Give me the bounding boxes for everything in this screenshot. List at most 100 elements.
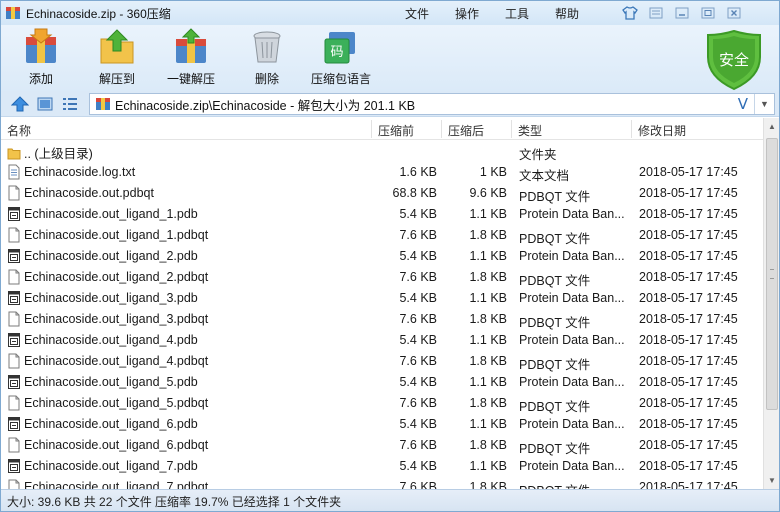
minimize-button[interactable] xyxy=(671,3,693,23)
file-row[interactable]: Echinacoside.out_ligand_5.pdbqt 7.6 KB 1.8… xyxy=(1,392,763,414)
file-name-cell: Echinacoside.out.pdbqt xyxy=(7,185,154,201)
delete-button[interactable]: 删除 xyxy=(247,27,287,89)
file-row[interactable]: Echinacoside.out_ligand_5.pdb 5.4 KB 1.1 K… xyxy=(1,371,763,392)
address-dropdown-button[interactable]: ▼ xyxy=(754,94,774,114)
maximize-button[interactable] xyxy=(697,3,719,23)
app-window: Echinacoside.zip - 360压缩 文件 操作 工具 帮助 添加 … xyxy=(0,0,780,512)
pdb-file-icon xyxy=(7,248,21,264)
file-row[interactable]: Echinacoside.out_ligand_6.pdbqt 7.6 KB 1.8… xyxy=(1,434,763,456)
file-name: Echinacoside.out_ligand_3.pdb xyxy=(24,291,198,305)
pdb-file-icon xyxy=(7,374,21,390)
header-divider xyxy=(441,120,442,138)
size-after: 1.8 KB xyxy=(469,228,507,242)
header-date[interactable]: 修改日期 xyxy=(638,122,686,139)
file-name-cell: Echinacoside.out_ligand_4.pdb xyxy=(7,332,198,348)
file-row[interactable]: Echinacoside.out_ligand_4.pdb 5.4 KB 1.1 K… xyxy=(1,329,763,350)
size-before: 68.8 KB xyxy=(392,186,437,200)
close-icon xyxy=(727,7,741,19)
modified-date: 2018-05-17 17:45 xyxy=(639,228,738,242)
size-after: 1.1 KB xyxy=(469,291,507,305)
pdb-file-icon xyxy=(7,416,21,432)
file-type: Protein Data Ban... xyxy=(519,291,625,305)
size-before: 7.6 KB xyxy=(399,270,437,284)
shield-icon: 安全 xyxy=(707,29,761,91)
scroll-down-button[interactable]: ▼ xyxy=(764,472,779,489)
address-bar[interactable]: Echinacoside.zip\Echinacoside - 解包大小为 20… xyxy=(89,93,775,115)
archive-language-button[interactable]: 码 压缩包语言 xyxy=(311,27,371,89)
folder-up-icon xyxy=(7,145,21,161)
feedback-button[interactable] xyxy=(645,3,667,23)
scroll-thumb[interactable] xyxy=(766,138,778,410)
size-before: 7.6 KB xyxy=(399,438,437,452)
file-row[interactable]: .. (上级目录) 文件夹 xyxy=(1,140,763,162)
menu-file[interactable]: 文件 xyxy=(405,5,429,22)
size-before: 7.6 KB xyxy=(399,396,437,410)
window-title: Echinacoside.zip - 360压缩 xyxy=(26,6,171,21)
file-row[interactable]: Echinacoside.log.txt 1.6 KB 1 KB 文本文档 2018-0… xyxy=(1,161,763,183)
blank-file-icon xyxy=(7,185,21,201)
file-row[interactable]: Echinacoside.out_ligand_2.pdbqt 7.6 KB 1.8… xyxy=(1,266,763,288)
file-name: Echinacoside.out_ligand_7.pdbqt xyxy=(24,480,209,489)
header-type[interactable]: 类型 xyxy=(518,122,542,139)
header-size-after[interactable]: 压缩后 xyxy=(448,122,484,139)
blank-file-icon xyxy=(7,227,21,243)
size-before: 5.4 KB xyxy=(399,291,437,305)
file-type: Protein Data Ban... xyxy=(519,333,625,347)
file-row[interactable]: Echinacoside.out_ligand_7.pdb 5.4 KB 1.1 K… xyxy=(1,455,763,476)
one-click-extract-button[interactable]: 一键解压 xyxy=(167,27,215,89)
menu-lines-icon xyxy=(649,7,663,19)
add-button[interactable]: 添加 xyxy=(21,27,61,89)
language-glyph: 码 xyxy=(330,45,343,60)
file-row[interactable]: Echinacoside.out_ligand_1.pdb 5.4 KB 1.1 K… xyxy=(1,203,763,224)
file-row[interactable]: Echinacoside.out_ligand_4.pdbqt 7.6 KB 1.8… xyxy=(1,350,763,372)
vertical-scrollbar[interactable]: ▲ ▼ xyxy=(763,118,779,489)
menu-help[interactable]: 帮助 xyxy=(555,5,579,22)
file-name: Echinacoside.log.txt xyxy=(24,165,136,179)
file-name: Echinacoside.out_ligand_2.pdbqt xyxy=(24,270,209,284)
blank-file-icon xyxy=(7,437,21,453)
scroll-up-button[interactable]: ▲ xyxy=(764,118,779,135)
file-row[interactable]: Echinacoside.out_ligand_6.pdb 5.4 KB 1.1 K… xyxy=(1,413,763,434)
modified-date: 2018-05-17 17:45 xyxy=(639,312,738,326)
menu-operation[interactable]: 操作 xyxy=(455,5,479,22)
size-after: 1.8 KB xyxy=(469,270,507,284)
modified-date: 2018-05-17 17:45 xyxy=(639,207,738,221)
file-row[interactable]: Echinacoside.out.pdbqt 68.8 KB 9.6 KB PDBQT… xyxy=(1,182,763,204)
size-after: 1.8 KB xyxy=(469,354,507,368)
menu-tools[interactable]: 工具 xyxy=(505,5,529,22)
shirt-icon xyxy=(622,6,638,20)
header-size-before[interactable]: 压缩前 xyxy=(378,122,414,139)
one-click-extract-icon xyxy=(176,28,206,63)
modified-date: 2018-05-17 17:45 xyxy=(639,396,738,410)
file-row[interactable]: Echinacoside.out_ligand_3.pdb 5.4 KB 1.1 K… xyxy=(1,287,763,308)
app-logo-icon xyxy=(6,7,20,19)
skin-button[interactable] xyxy=(619,3,641,23)
file-name: Echinacoside.out_ligand_1.pdb xyxy=(24,207,198,221)
file-row[interactable]: Echinacoside.out_ligand_7.pdbqt 7.6 KB 1.8… xyxy=(1,476,763,489)
file-name: Echinacoside.out_ligand_6.pdb xyxy=(24,417,198,431)
modified-date: 2018-05-17 17:45 xyxy=(639,249,738,263)
modified-date: 2018-05-17 17:45 xyxy=(639,438,738,452)
list-view-icon[interactable] xyxy=(62,96,78,112)
close-button[interactable] xyxy=(723,3,745,23)
verify-icon[interactable]: V xyxy=(738,95,748,113)
header-name[interactable]: 名称 xyxy=(7,122,31,139)
file-row[interactable]: Echinacoside.out_ligand_3.pdbqt 7.6 KB 1.8… xyxy=(1,308,763,330)
file-name-cell: Echinacoside.out_ligand_6.pdb xyxy=(7,416,198,432)
maximize-icon xyxy=(701,7,715,19)
window-controls xyxy=(619,3,749,23)
blank-file-icon xyxy=(7,311,21,327)
blank-file-icon xyxy=(7,353,21,369)
blank-file-icon xyxy=(7,395,21,411)
file-row[interactable]: Echinacoside.out_ligand_2.pdb 5.4 KB 1.1 K… xyxy=(1,245,763,266)
file-row[interactable]: Echinacoside.out_ligand_1.pdbqt 7.6 KB 1.8… xyxy=(1,224,763,246)
modified-date: 2018-05-17 17:45 xyxy=(639,186,738,200)
security-badge[interactable]: 安全 xyxy=(705,29,763,91)
large-icon-view-icon[interactable] xyxy=(37,96,53,112)
file-name-cell: Echinacoside.out_ligand_2.pdb xyxy=(7,248,198,264)
delete-label: 删除 xyxy=(254,72,279,86)
extract-to-button[interactable]: 解压到 xyxy=(97,27,137,89)
modified-date: 2018-05-17 17:45 xyxy=(639,375,738,389)
up-arrow-icon[interactable] xyxy=(11,96,29,112)
blank-file-icon xyxy=(7,479,21,489)
